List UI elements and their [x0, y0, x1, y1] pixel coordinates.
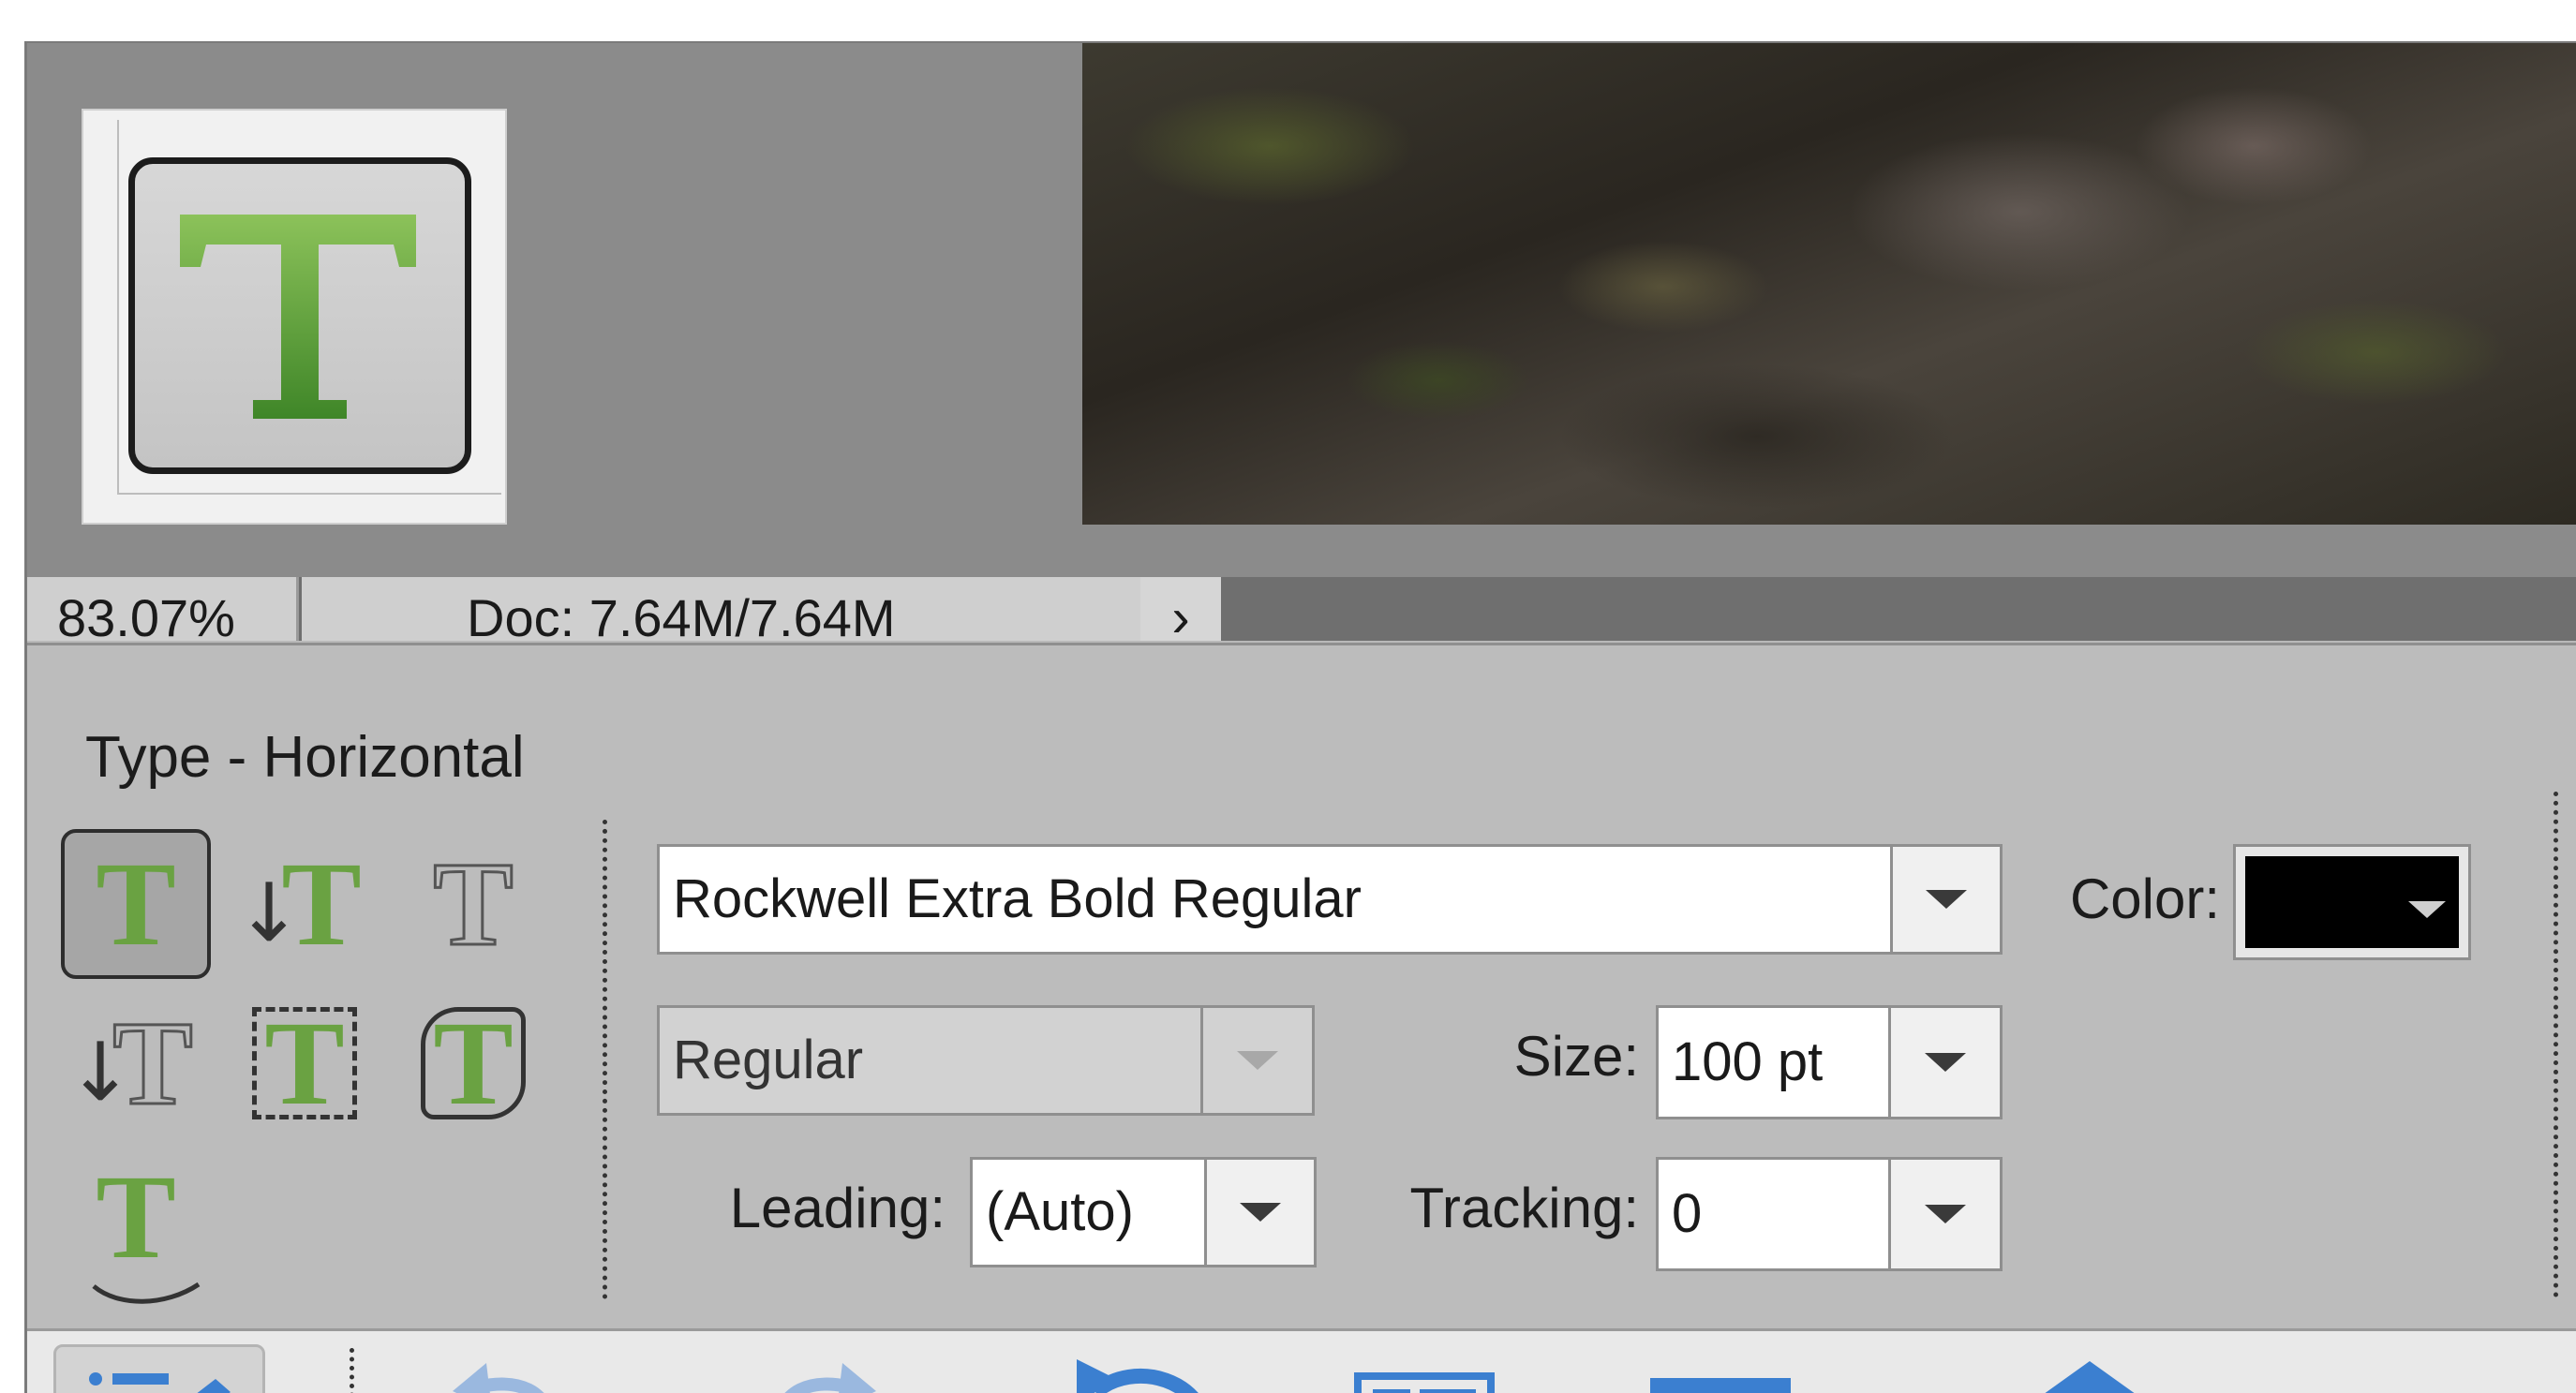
- rotate-icon: [1077, 1359, 1199, 1393]
- canvas-area: [27, 43, 2576, 577]
- tracking-label: Tracking:: [1409, 1177, 1639, 1239]
- size-label: Size:: [1513, 1025, 1639, 1088]
- type-tool-large-icon: [128, 157, 471, 474]
- font-family-field[interactable]: Rockwell Extra Bold Regular: [657, 844, 1894, 955]
- layout-button[interactable]: [1354, 1372, 1495, 1393]
- color-picker[interactable]: [2233, 844, 2471, 960]
- font-style-dropdown[interactable]: [1200, 1005, 1315, 1116]
- layout-icon: [1354, 1372, 1495, 1393]
- rotate-button[interactable]: [1049, 1350, 1255, 1393]
- active-tool-preview: [82, 109, 507, 525]
- chevron-down-icon: [1925, 1053, 1966, 1072]
- tool-options-title: Type - Horizontal: [85, 725, 525, 790]
- divider: [2554, 792, 2558, 1297]
- doc-size-info: Doc: 7.64M/7.64M: [302, 577, 1140, 647]
- text-on-selection-icon: T: [252, 1003, 357, 1123]
- text-on-selection-tool-button[interactable]: T: [230, 988, 380, 1138]
- bottom-toolbar: [27, 1328, 2576, 1393]
- undo-icon: [453, 1363, 544, 1393]
- vertical-type-tool-button[interactable]: ↓ T: [230, 829, 380, 979]
- chevron-down-icon: [1240, 1203, 1281, 1222]
- tool-options-pencil-icon: [89, 1372, 231, 1393]
- font-size-dropdown[interactable]: [1888, 1005, 2003, 1119]
- undo-button[interactable]: [439, 1350, 571, 1393]
- type-mask-horizontal-icon: T: [432, 836, 514, 971]
- document-image[interactable]: [1082, 43, 2576, 525]
- path-curve-icon: [92, 1282, 201, 1304]
- redo-button[interactable]: [758, 1350, 889, 1393]
- leading-label: Leading:: [729, 1177, 946, 1239]
- tool-options-toggle-button[interactable]: [53, 1344, 265, 1393]
- divider: [350, 1348, 354, 1393]
- text-on-path-icon: T: [92, 1148, 201, 1304]
- font-family-dropdown[interactable]: [1890, 844, 2003, 955]
- tracking-dropdown[interactable]: [1888, 1157, 2003, 1271]
- home-icon: [2045, 1361, 2135, 1393]
- text-on-shape-tool-button[interactable]: T: [398, 988, 548, 1138]
- redo-icon: [784, 1363, 876, 1393]
- chevron-down-icon: [1237, 1051, 1278, 1070]
- zoom-level[interactable]: 83.07%: [27, 577, 299, 647]
- chevron-down-icon: [1926, 890, 1967, 909]
- chevron-down-icon: [2408, 901, 2446, 918]
- status-bar: 83.07% Doc: 7.64M/7.64M ›: [27, 577, 2576, 648]
- status-menu-arrow[interactable]: ›: [1140, 577, 1221, 648]
- arrow-down-icon: ↓: [235, 867, 304, 960]
- font-style-field[interactable]: Regular: [657, 1005, 1204, 1116]
- horizontal-type-mask-tool-button[interactable]: T: [398, 829, 548, 979]
- font-size-field[interactable]: 100 pt: [1656, 1005, 1892, 1119]
- horizontal-type-tool-button[interactable]: T: [61, 829, 211, 979]
- divider: [603, 820, 607, 1299]
- leading-field[interactable]: (Auto): [970, 1157, 1208, 1267]
- type-horizontal-icon: T: [96, 837, 176, 971]
- arrow-down-icon: ↓: [67, 1026, 135, 1119]
- tracking-field[interactable]: 0: [1656, 1157, 1892, 1271]
- chevron-down-icon: [1925, 1205, 1966, 1223]
- tool-options-panel: Type - Horizontal T ↓ T T ↓ T T T T Rock…: [27, 643, 2576, 1329]
- leading-dropdown[interactable]: [1204, 1157, 1317, 1267]
- text-on-path-tool-button[interactable]: T: [61, 1142, 211, 1304]
- home-screen-button[interactable]: [2010, 1357, 2169, 1393]
- type-t-icon: [180, 215, 416, 419]
- color-label: Color:: [2069, 867, 2220, 930]
- text-on-shape-icon: T: [421, 1003, 526, 1123]
- vertical-type-mask-tool-button[interactable]: ↓ T: [61, 988, 211, 1138]
- editor-window: 83.07% Doc: 7.64M/7.64M › Type - Horizon…: [24, 41, 2576, 1393]
